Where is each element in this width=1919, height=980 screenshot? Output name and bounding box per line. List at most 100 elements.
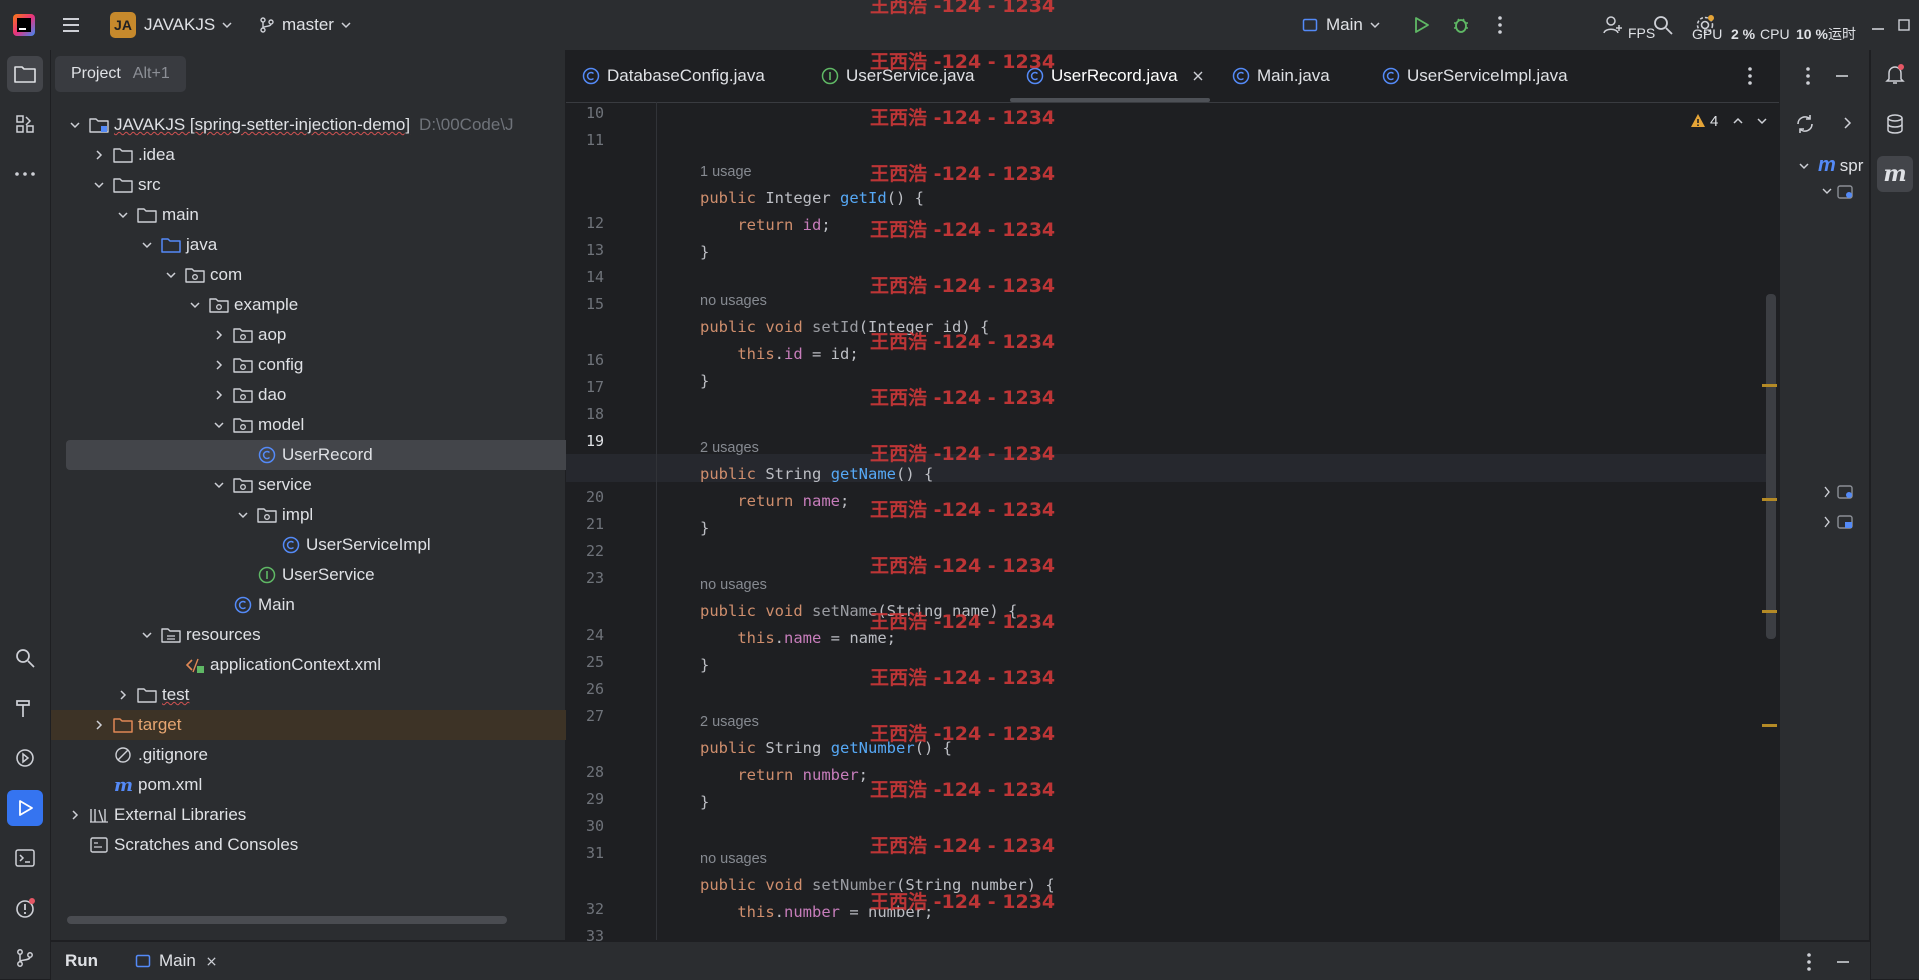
code-line[interactable]: public Integer getId() {	[700, 185, 924, 212]
usage-hint[interactable]: 2 usages	[700, 712, 759, 732]
warning-marker[interactable]	[1762, 610, 1777, 613]
tree-item[interactable]: .gitignore	[51, 740, 605, 770]
tree-item[interactable]: resources	[51, 620, 653, 650]
usage-hint[interactable]: no usages	[700, 291, 767, 311]
tab-userserviceimpl[interactable]: UserServiceImpl.java	[1382, 50, 1568, 102]
code-line[interactable]: public String getNumber() {	[700, 735, 952, 762]
search-everywhere-button[interactable]	[1652, 0, 1674, 50]
run-panel-title[interactable]: Run	[65, 951, 98, 971]
tree-item[interactable]: External Libraries	[51, 800, 581, 830]
code-line[interactable]: public void setNumber(String number) {	[700, 872, 1055, 899]
branch-switcher[interactable]: master	[258, 0, 352, 50]
notifications-button[interactable]	[1877, 56, 1913, 92]
chevron-right-icon[interactable]	[67, 807, 83, 823]
chevron-right-icon[interactable]	[211, 327, 227, 343]
project-panel-header[interactable]: Project Alt+1	[55, 56, 186, 92]
vertical-scrollbar[interactable]	[1766, 294, 1776, 639]
find-tool-button[interactable]	[7, 640, 43, 676]
app-logo-icon[interactable]	[12, 0, 36, 50]
code-line[interactable]: return number;	[700, 762, 868, 789]
run-tab-main[interactable]: Main	[135, 951, 217, 971]
maven-subitem[interactable]	[1822, 184, 1854, 200]
code-line[interactable]: public void setName(String name) {	[700, 598, 1017, 625]
chevron-right-icon[interactable]	[211, 387, 227, 403]
chevron-down-icon[interactable]	[187, 297, 203, 313]
usage-hint[interactable]: 2 usages	[700, 438, 759, 458]
run-tool-button[interactable]	[7, 790, 43, 826]
minimize-button[interactable]	[1870, 0, 1888, 50]
tree-item[interactable]: java	[51, 230, 653, 260]
chevron-down-icon[interactable]	[211, 477, 227, 493]
chevron-down-icon[interactable]	[211, 417, 227, 433]
debug-button[interactable]	[1450, 0, 1472, 50]
code-line[interactable]: }	[700, 515, 709, 542]
chevron-right-icon[interactable]	[91, 717, 107, 733]
tab-databaseconfig[interactable]: DatabaseConfig.java	[582, 50, 765, 102]
tab-main[interactable]: Main.java	[1232, 50, 1330, 102]
code-line[interactable]: this.name = name;	[700, 625, 896, 652]
chevron-down-icon[interactable]	[163, 267, 179, 283]
code-line[interactable]: public void setId(Integer id) {	[700, 314, 989, 341]
horizontal-scrollbar[interactable]	[67, 916, 507, 924]
code-line[interactable]: }	[700, 652, 709, 679]
tabs-more-button[interactable]	[1746, 50, 1754, 102]
tree-item[interactable]: Scratches and Consoles	[51, 830, 581, 860]
database-tool-button[interactable]	[1877, 106, 1913, 142]
chevron-right-icon[interactable]	[211, 357, 227, 373]
run-button[interactable]	[1410, 0, 1432, 50]
maven-subitem[interactable]	[1822, 514, 1854, 530]
run-options-button[interactable]	[1805, 952, 1813, 972]
project-tool-button[interactable]	[7, 56, 43, 92]
maven-tool-button[interactable]: m	[1877, 156, 1913, 192]
chevron-down-icon[interactable]	[139, 237, 155, 253]
git-tool-button[interactable]	[7, 940, 43, 976]
chevron-down-icon[interactable]	[139, 627, 155, 643]
tree-item[interactable]: m pom.xml	[51, 770, 605, 800]
close-icon[interactable]	[206, 956, 217, 967]
code-line[interactable]: }	[700, 789, 709, 816]
main-menu-button[interactable]	[60, 0, 82, 50]
chevron-down-icon[interactable]	[91, 177, 107, 193]
code-line[interactable]: }	[700, 239, 709, 266]
tree-item[interactable]: test	[51, 680, 629, 710]
maximize-button[interactable]	[1896, 0, 1912, 50]
tree-item[interactable]: src	[51, 170, 605, 200]
chevron-down-icon[interactable]	[67, 117, 83, 133]
run-config-selector[interactable]: Main	[1302, 0, 1381, 50]
usage-hint[interactable]: no usages	[700, 575, 767, 595]
usage-hint[interactable]: no usages	[700, 849, 767, 869]
structure-tool-button[interactable]	[7, 106, 43, 142]
code-line[interactable]: this.id = id;	[700, 341, 858, 368]
warning-marker[interactable]	[1762, 498, 1777, 501]
panel-options-button[interactable]	[1804, 66, 1812, 86]
tab-userrecord[interactable]: UserRecord.java	[1026, 50, 1204, 102]
more-tools-button[interactable]	[7, 156, 43, 192]
tab-userservice[interactable]: UserService.java	[821, 50, 975, 102]
tree-item[interactable]: JAVAKJS [spring-setter-injection-demo] D:…	[51, 110, 581, 140]
warning-marker[interactable]	[1762, 384, 1777, 387]
tree-item[interactable]: main	[51, 200, 629, 230]
close-icon[interactable]	[1192, 70, 1204, 82]
problems-tool-button[interactable]	[7, 890, 43, 926]
tree-item[interactable]: .idea	[51, 140, 605, 170]
expand-button[interactable]	[1842, 116, 1854, 130]
usage-hint[interactable]: 1 usage	[700, 162, 752, 182]
services-tool-button[interactable]	[7, 740, 43, 776]
maven-project-item[interactable]: m spr	[1798, 154, 1863, 177]
chevron-down-icon[interactable]	[235, 507, 251, 523]
hide-panel-button[interactable]	[1834, 68, 1850, 84]
chevron-up-icon[interactable]	[1732, 115, 1744, 127]
chevron-right-icon[interactable]	[115, 687, 131, 703]
chevron-down-icon[interactable]	[115, 207, 131, 223]
project-switcher[interactable]: JA JAVAKJS	[110, 0, 233, 50]
terminal-tool-button[interactable]	[7, 840, 43, 876]
code-line[interactable]: }	[700, 368, 709, 395]
tree-item[interactable]: target	[51, 710, 605, 740]
warning-marker[interactable]	[1762, 724, 1777, 727]
inspection-widget[interactable]: 4	[1690, 108, 1768, 134]
maven-subitem[interactable]	[1822, 484, 1854, 500]
hide-run-panel-button[interactable]	[1835, 954, 1851, 970]
more-actions-button[interactable]	[1496, 0, 1504, 50]
chevron-right-icon[interactable]	[91, 147, 107, 163]
code-line[interactable]: public String getName() {	[700, 461, 933, 488]
